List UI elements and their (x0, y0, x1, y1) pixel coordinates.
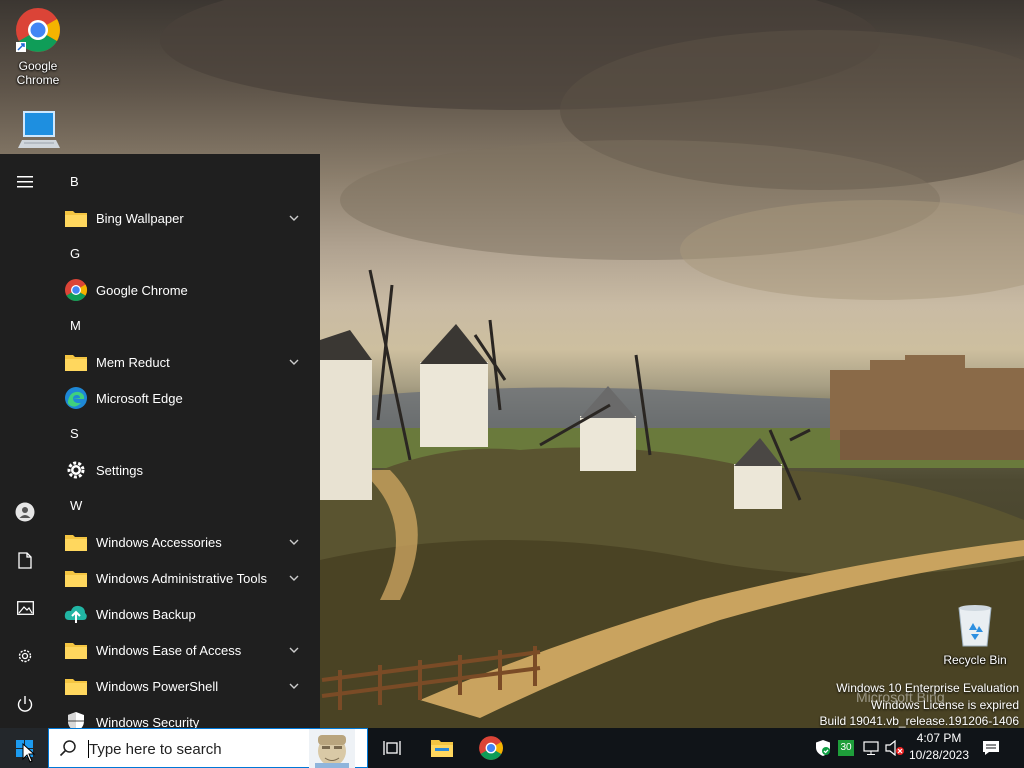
app-windows-accessories[interactable]: Windows Accessories (50, 524, 320, 560)
settings-button[interactable] (0, 632, 50, 680)
expand-menu-button[interactable] (0, 158, 50, 206)
file-explorer-icon (431, 740, 453, 757)
account-button[interactable] (0, 488, 50, 536)
folder-icon (64, 674, 88, 698)
start-menu-rail (0, 154, 50, 728)
clock-time: 4:07 PM (916, 731, 962, 745)
taskbar: Type here to search 30 4:07 PM 10/28/202… (0, 728, 1024, 768)
edge-icon (64, 386, 88, 410)
network-icon (863, 741, 879, 755)
chevron-down-icon (289, 359, 299, 365)
app-google-chrome[interactable]: Google Chrome (50, 272, 320, 308)
search-icon (59, 740, 76, 757)
task-view-button[interactable] (368, 728, 416, 768)
chevron-down-icon (289, 647, 299, 653)
group-letter-w[interactable]: W (50, 488, 320, 524)
app-windows-backup[interactable]: Windows Backup (50, 596, 320, 632)
app-label: Settings (96, 462, 143, 478)
desktop-icon-label: Recycle Bin (943, 653, 1007, 667)
app-label: Windows Backup (96, 606, 196, 622)
chevron-down-icon (289, 539, 299, 545)
group-letter-s[interactable]: S (50, 416, 320, 452)
gear-icon (64, 458, 88, 482)
search-highlight-illustration-icon (309, 729, 355, 768)
app-microsoft-edge[interactable]: Microsoft Edge (50, 380, 320, 416)
gear-icon (18, 649, 32, 663)
file-explorer-button[interactable] (418, 728, 466, 768)
desktop-icon-this-pc[interactable] (0, 108, 76, 157)
clock-date: 10/28/2023 (908, 748, 970, 762)
app-label: Windows Ease of Access (96, 642, 242, 658)
group-letter-m[interactable]: M (50, 308, 320, 344)
desktop-icon-recycle-bin[interactable]: Recycle Bin (937, 604, 1013, 667)
app-label: Windows Administrative Tools (96, 570, 267, 586)
folder-icon (64, 206, 88, 230)
desktop-icon-google-chrome[interactable]: Google Chrome (0, 6, 76, 87)
watermark-line: Windows 10 Enterprise Evaluation (836, 681, 1019, 695)
chrome-icon (64, 278, 88, 302)
pictures-button[interactable] (0, 584, 50, 632)
app-label: Microsoft Edge (96, 390, 183, 406)
app-bing-wallpaper[interactable]: Bing Wallpaper (50, 200, 320, 236)
watermark-line: Windows License is expired (870, 697, 1019, 712)
document-icon (18, 551, 32, 569)
app-settings[interactable]: Settings (50, 452, 320, 488)
app-list: B Bing Wallpaper G Google Chrome M Mem R… (50, 164, 320, 740)
app-label: Windows Accessories (96, 534, 222, 550)
folder-icon (64, 350, 88, 374)
start-menu: B Bing Wallpaper G Google Chrome M Mem R… (0, 154, 320, 732)
chevron-down-icon (289, 683, 299, 689)
windows-security-tray[interactable] (812, 728, 834, 768)
backup-icon (64, 602, 88, 626)
group-letter-b[interactable]: B (50, 164, 320, 200)
app-label: Bing Wallpaper (96, 210, 184, 226)
documents-button[interactable] (0, 536, 50, 584)
app-mem-reduct[interactable]: Mem Reduct (50, 344, 320, 380)
chrome-icon (0, 6, 76, 57)
action-center-button[interactable] (978, 728, 1004, 768)
task-view-icon (383, 741, 401, 755)
this-pc-icon (0, 108, 76, 155)
folder-icon (64, 566, 88, 590)
folder-icon (64, 530, 88, 554)
app-windows-administrative-tools[interactable]: Windows Administrative Tools (50, 560, 320, 596)
pictures-icon (16, 601, 34, 615)
chrome-taskbar-button[interactable] (467, 728, 515, 768)
windows-activation-watermark: Windows 10 Enterprise Evaluation Windows… (820, 680, 1020, 730)
power-icon (17, 696, 33, 712)
hamburger-icon (17, 176, 33, 188)
app-windows-powershell[interactable]: Windows PowerShell (50, 668, 320, 704)
chevron-down-icon (289, 215, 299, 221)
taskbar-clock[interactable]: 4:07 PM 10/28/2023 (900, 730, 978, 764)
network-tray[interactable] (860, 728, 882, 768)
recycle-bin-icon (937, 604, 1013, 651)
folder-icon (64, 638, 88, 662)
tray-app-badge[interactable]: 30 (836, 728, 856, 768)
app-label: Mem Reduct (96, 354, 170, 370)
action-center-icon (983, 741, 999, 755)
desktop-icon-label: Google Chrome (16, 59, 60, 87)
shield-check-icon (816, 740, 830, 756)
chrome-icon (479, 736, 503, 760)
search-placeholder: Type here to search (89, 741, 222, 758)
app-label: Google Chrome (96, 282, 188, 298)
app-windows-ease-of-access[interactable]: Windows Ease of Access (50, 632, 320, 668)
user-icon (15, 502, 35, 522)
mouse-pointer-icon (22, 743, 36, 763)
chevron-down-icon (289, 575, 299, 581)
tray-badge-number: 30 (838, 740, 854, 756)
app-label: Windows PowerShell (96, 678, 219, 694)
group-letter-g[interactable]: G (50, 236, 320, 272)
taskbar-search-box[interactable]: Type here to search (48, 728, 368, 768)
power-button[interactable] (0, 680, 50, 728)
